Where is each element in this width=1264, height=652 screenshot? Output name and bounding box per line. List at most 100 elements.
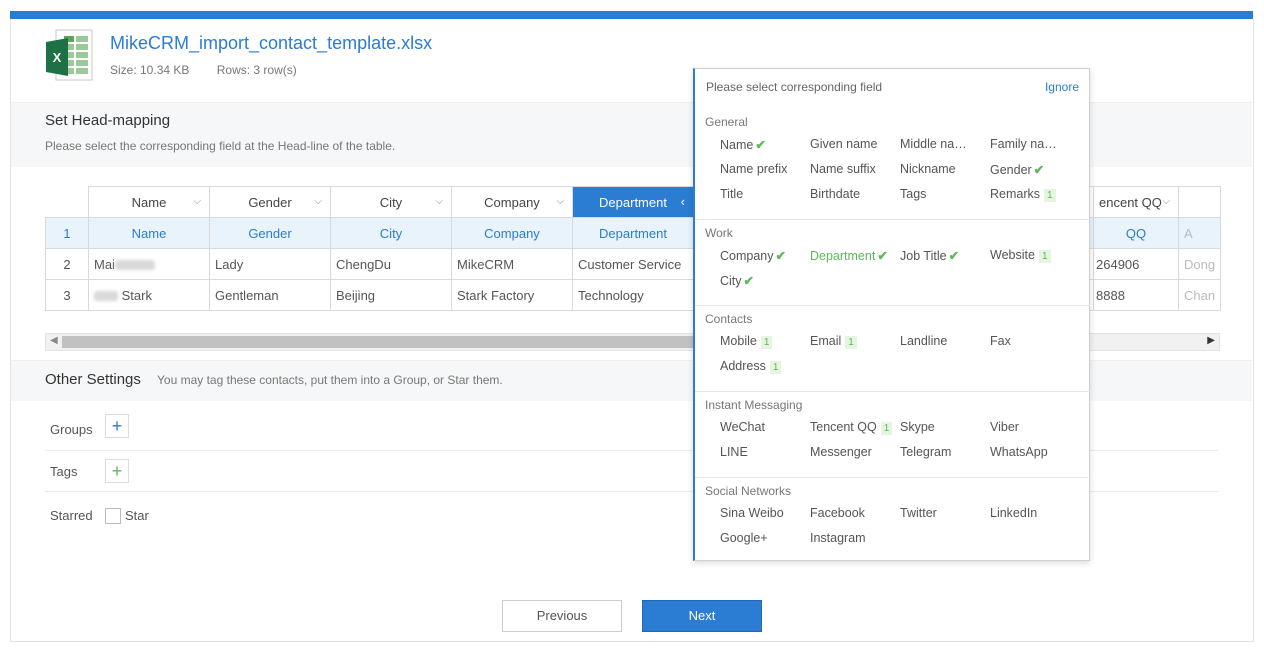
field-option-label: Facebook — [810, 506, 865, 520]
field-option-whatsapp[interactable]: WhatsApp — [990, 445, 1080, 459]
field-option-job-title[interactable]: Job Title ✔ — [900, 248, 990, 263]
excel-file-icon: X — [46, 29, 93, 81]
star-label[interactable]: Star — [125, 508, 149, 523]
field-option-facebook[interactable]: Facebook — [810, 506, 900, 520]
file-name: MikeCRM_import_contact_template.xlsx — [110, 33, 433, 53]
table-cell: Lady — [209, 248, 331, 280]
field-option-line[interactable]: LINE — [720, 445, 810, 459]
field-option-instagram[interactable]: Instagram — [810, 531, 900, 545]
field-option-label: Skype — [900, 420, 935, 434]
field-option-label: Tencent QQ — [810, 420, 877, 434]
field-option-tencent-qq[interactable]: Tencent QQ 1 — [810, 420, 900, 435]
field-option-twitter[interactable]: Twitter — [900, 506, 990, 520]
field-group-social-networks: Social Networks Sina Weibo Facebook Twitter… — [695, 477, 1090, 562]
field-option-address[interactable]: Address 1 — [720, 359, 810, 374]
column-header-tencent-qq[interactable]: encent QQ ⌵ — [1093, 186, 1179, 218]
add-tag-button[interactable]: + — [105, 459, 129, 483]
chevron-left-icon: ‹ — [680, 194, 685, 209]
scroll-left-icon[interactable]: ◀ — [50, 335, 58, 346]
column-header-next[interactable] — [1177, 186, 1222, 218]
field-option-landline[interactable]: Landline — [900, 334, 990, 348]
field-option-label: WeChat — [720, 420, 765, 434]
popup-title: Please select corresponding field — [706, 80, 883, 94]
add-group-button[interactable]: + — [105, 414, 129, 438]
column-header-name[interactable]: Name ⌵ — [88, 186, 210, 218]
table-cell: Gentleman — [209, 279, 331, 311]
field-option-google-[interactable]: Google+ — [720, 531, 810, 545]
field-select-popup: Please select corresponding field Ignore… — [693, 68, 1090, 561]
field-option-linkedin[interactable]: LinkedIn — [990, 506, 1080, 520]
field-group-title: Contacts — [705, 312, 753, 326]
field-option-label: Title — [720, 187, 744, 201]
table-cell: Customer Service — [572, 248, 694, 280]
corner-cell — [45, 186, 89, 218]
field-option-middle-na-[interactable]: Middle na… — [900, 137, 990, 151]
field-option-name[interactable]: Name ✔ — [720, 137, 810, 152]
field-option-fax[interactable]: Fax — [990, 334, 1080, 348]
scroll-right-icon[interactable]: ▶ — [1207, 335, 1215, 346]
field-option-tags[interactable]: Tags — [900, 187, 990, 201]
field-option-title[interactable]: Title — [720, 187, 810, 201]
field-option-label: Middle na… — [900, 137, 967, 151]
star-checkbox[interactable] — [105, 508, 121, 524]
ignore-link[interactable]: Ignore — [1045, 80, 1079, 94]
field-option-birthdate[interactable]: Birthdate — [810, 187, 900, 201]
field-option-sina-weibo[interactable]: Sina Weibo — [720, 506, 810, 520]
file-rows: Rows: 3 row(s) — [216, 63, 297, 77]
field-option-label: Telegram — [900, 445, 952, 459]
head-mapping-title: Set Head-mapping — [45, 112, 171, 129]
scrollbar-thumb[interactable] — [62, 336, 742, 348]
field-option-company[interactable]: Company ✔ — [720, 248, 810, 263]
row-index: 1 — [45, 217, 89, 249]
previous-button[interactable]: Previous — [502, 600, 622, 632]
field-option-label: Gender — [990, 163, 1032, 177]
field-group-contacts: Contacts Mobile 1 Email 1 Landline Fax Address 1 — [695, 305, 1090, 392]
mapped-field: City — [330, 217, 452, 249]
field-option-name-prefix[interactable]: Name prefix — [720, 162, 810, 176]
field-option-given-name[interactable]: Given name — [810, 137, 900, 151]
column-header-city[interactable]: City ⌵ — [330, 186, 452, 218]
field-option-mobile[interactable]: Mobile 1 — [720, 334, 810, 349]
field-group-title: General — [705, 115, 748, 129]
field-option-skype[interactable]: Skype — [900, 420, 990, 434]
check-icon: ✔ — [948, 249, 960, 263]
check-icon: ✔ — [1033, 163, 1045, 177]
tags-label: Tags — [50, 464, 78, 479]
top-accent-bar — [10, 11, 1253, 19]
next-button[interactable]: Next — [642, 600, 762, 632]
field-group-title: Work — [705, 226, 733, 240]
field-option-website[interactable]: Website 1 — [990, 248, 1080, 263]
plus-icon: + — [111, 461, 123, 481]
count-badge: 1 — [769, 361, 782, 374]
field-option-gender[interactable]: Gender ✔ — [990, 162, 1080, 177]
field-option-department[interactable]: Department ✔ — [810, 248, 900, 263]
starred-label: Starred — [50, 508, 93, 523]
field-option-email[interactable]: Email 1 — [810, 334, 900, 349]
column-header-department[interactable]: Department ‹ — [572, 186, 694, 218]
table-cell: 8888 — [1093, 279, 1179, 311]
table-cell: Dong — [1177, 248, 1222, 280]
groups-label: Groups — [50, 422, 93, 437]
field-option-label: Name prefix — [720, 162, 788, 176]
field-option-label: Viber — [990, 420, 1019, 434]
field-option-nickname[interactable]: Nickname — [900, 162, 990, 176]
field-option-label: Tags — [900, 187, 927, 201]
column-header-gender[interactable]: Gender ⌵ — [209, 186, 331, 218]
field-option-label: LINE — [720, 445, 748, 459]
field-option-telegram[interactable]: Telegram — [900, 445, 990, 459]
field-option-city[interactable]: City ✔ — [720, 273, 810, 288]
field-option-label: Twitter — [900, 506, 937, 520]
column-header-company[interactable]: Company ⌵ — [451, 186, 573, 218]
table-cell: Beijing — [330, 279, 452, 311]
field-option-remarks[interactable]: Remarks 1 — [990, 187, 1080, 202]
head-mapping-subtitle: Please select the corresponding field at… — [45, 139, 396, 153]
field-option-messenger[interactable]: Messenger — [810, 445, 900, 459]
field-option-wechat[interactable]: WeChat — [720, 420, 810, 434]
field-option-family-na-[interactable]: Family na… — [990, 137, 1080, 151]
count-badge: 1 — [1038, 250, 1051, 263]
field-option-name-suffix[interactable]: Name suffix — [810, 162, 900, 176]
field-option-viber[interactable]: Viber — [990, 420, 1080, 434]
plus-icon: + — [111, 416, 123, 436]
field-option-label: Landline — [900, 334, 948, 348]
chevron-down-icon: ⌵ — [435, 196, 443, 207]
